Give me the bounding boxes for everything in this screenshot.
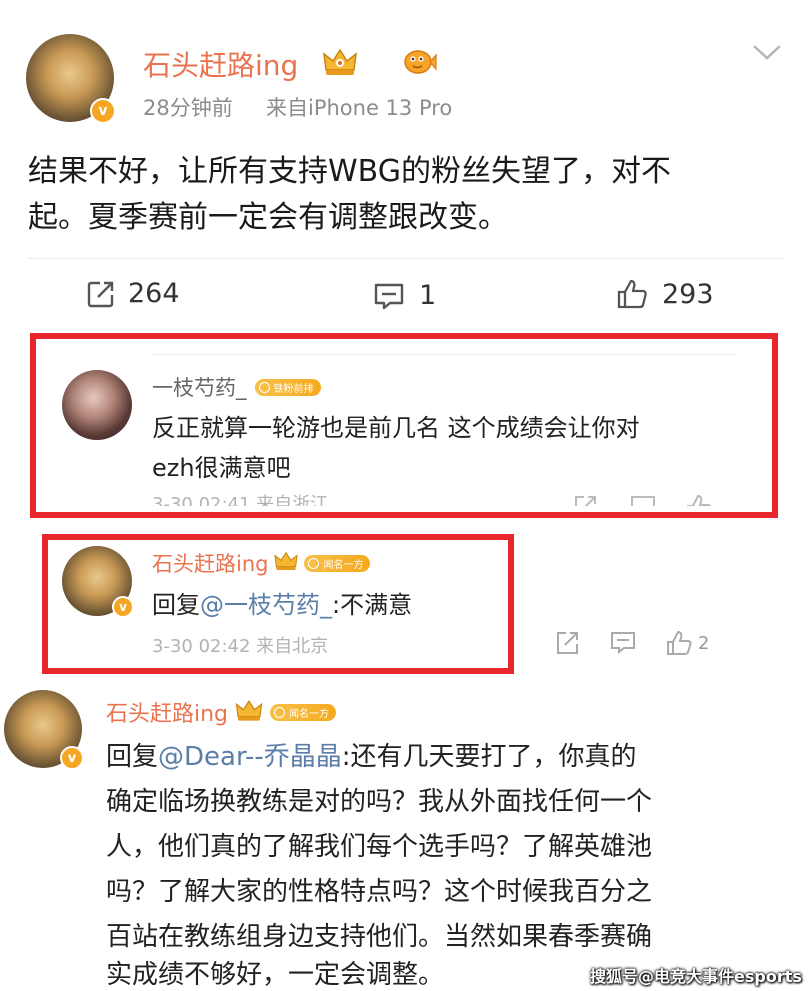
comment-1-repost-icon[interactable] (572, 494, 598, 506)
avatar-image (62, 370, 132, 440)
comment-2-header: 石头赶路ing 闻名一方 (152, 548, 371, 578)
comment-divider (152, 354, 737, 355)
chevron-down-icon[interactable] (752, 42, 782, 62)
comment-2-like-count: 2 (698, 632, 710, 654)
comment-2-meta: 3-30 02:42 来自北京 (152, 636, 329, 657)
comment-1-avatar[interactable] (62, 370, 132, 440)
mention-link[interactable]: @Dear--乔晶晶 (158, 742, 342, 772)
fan-ring-icon (308, 557, 320, 569)
comment-1-like-icon[interactable] (686, 494, 712, 506)
comment-2-like-button[interactable]: 2 (666, 630, 709, 656)
fan-badge: 闻名一方 (304, 554, 371, 572)
comment-3-avatar[interactable]: v (4, 690, 84, 770)
reply-prefix: 回复 (106, 742, 159, 772)
verified-icon: v (112, 596, 134, 618)
reply-text: :还有几天要打了，你真的 (341, 742, 637, 772)
fish-badge-icon (403, 47, 437, 81)
repost-icon (86, 279, 116, 309)
reply-prefix: 回复 (152, 591, 200, 619)
post-text-line-2: 起。夏季赛前一定会有调整跟改变。 (28, 200, 508, 235)
comment-1-author[interactable]: 一枝芍药_ (152, 372, 247, 402)
comment-1-header: 一枝芍药_ 铁粉前排 (152, 372, 321, 402)
verified-icon: v (60, 746, 84, 770)
post-text-line-1: 结果不好，让所有支持WBG的粉丝失望了，对不 (28, 154, 671, 189)
fan-badge: 铁粉前排 (254, 378, 321, 396)
comment-3-line-4: 吗？了解大家的性格特点吗？这个时候我百分之 (106, 877, 653, 907)
fan-badge-label: 闻名一方 (323, 559, 364, 571)
mention-link[interactable]: @一枝芍药_ (200, 591, 332, 619)
fan-ring-icon (258, 381, 270, 393)
comment-2-text: 回复@一枝芍药_:不满意 (152, 585, 412, 620)
comment-3-line-1: 回复@Dear--乔晶晶:还有几天要打了，你真的 (106, 736, 637, 773)
verified-icon: v (90, 98, 116, 124)
comment-1-reply-icon[interactable] (630, 494, 656, 506)
thumbs-up-icon (666, 630, 692, 656)
thumbs-up-icon (616, 278, 648, 310)
crown-badge-icon (234, 698, 264, 727)
repost-count: 264 (128, 278, 180, 309)
crown-badge-icon (273, 550, 299, 576)
repost-button[interactable]: 264 (86, 278, 180, 309)
comment-icon (373, 281, 405, 311)
comment-button[interactable]: 1 (373, 280, 436, 311)
comment-3-line-3: 人，他们真的了解我们每个选手吗？了解英雄池 (106, 832, 653, 862)
comment-2-reply-icon[interactable] (610, 630, 636, 656)
like-button[interactable]: 293 (616, 278, 714, 310)
post-author-name[interactable]: 石头赶路ing (143, 44, 298, 84)
comment-3-line-5: 百站在教练组身边支持他们。当然如果春季赛确 (106, 922, 653, 952)
crown-badge-icon (322, 46, 358, 82)
divider (28, 258, 783, 259)
comment-3-header: 石头赶路ing 闻名一方 (106, 696, 337, 728)
comment-count: 1 (419, 280, 437, 311)
comment-1-text-line-1: 反正就算一轮游也是前几名 这个成绩会让你对 (152, 414, 640, 442)
comment-1-meta: 3-30 02:41 来自浙江 (152, 494, 329, 506)
comment-2-repost-icon[interactable] (554, 630, 580, 656)
fan-badge-label: 闻名一方 (289, 708, 330, 720)
comment-1-text-line-2: ezh很满意吧 (152, 454, 291, 482)
comment-2-author[interactable]: 石头赶路ing (152, 548, 268, 578)
comment-3-author[interactable]: 石头赶路ing (106, 696, 228, 728)
post-source: 来自iPhone 13 Pro (266, 96, 453, 120)
comment-3-line-6: 实成绩不够好，一定会调整。 (106, 960, 445, 990)
fan-ring-icon (274, 706, 286, 718)
fan-badge: 闻名一方 (270, 703, 337, 721)
post-author-avatar[interactable]: v (26, 34, 116, 124)
fan-badge-label: 铁粉前排 (273, 383, 314, 395)
like-count: 293 (662, 278, 714, 310)
comment-3-line-2: 确定临场换教练是对的吗？我从外面找任何一个 (106, 787, 653, 817)
watermark: 搜狐号@电竞大事件esports (590, 967, 802, 986)
reply-text: :不满意 (332, 591, 413, 619)
comment-2-avatar[interactable]: v (62, 546, 134, 618)
post-time: 28分钟前 (143, 96, 233, 120)
